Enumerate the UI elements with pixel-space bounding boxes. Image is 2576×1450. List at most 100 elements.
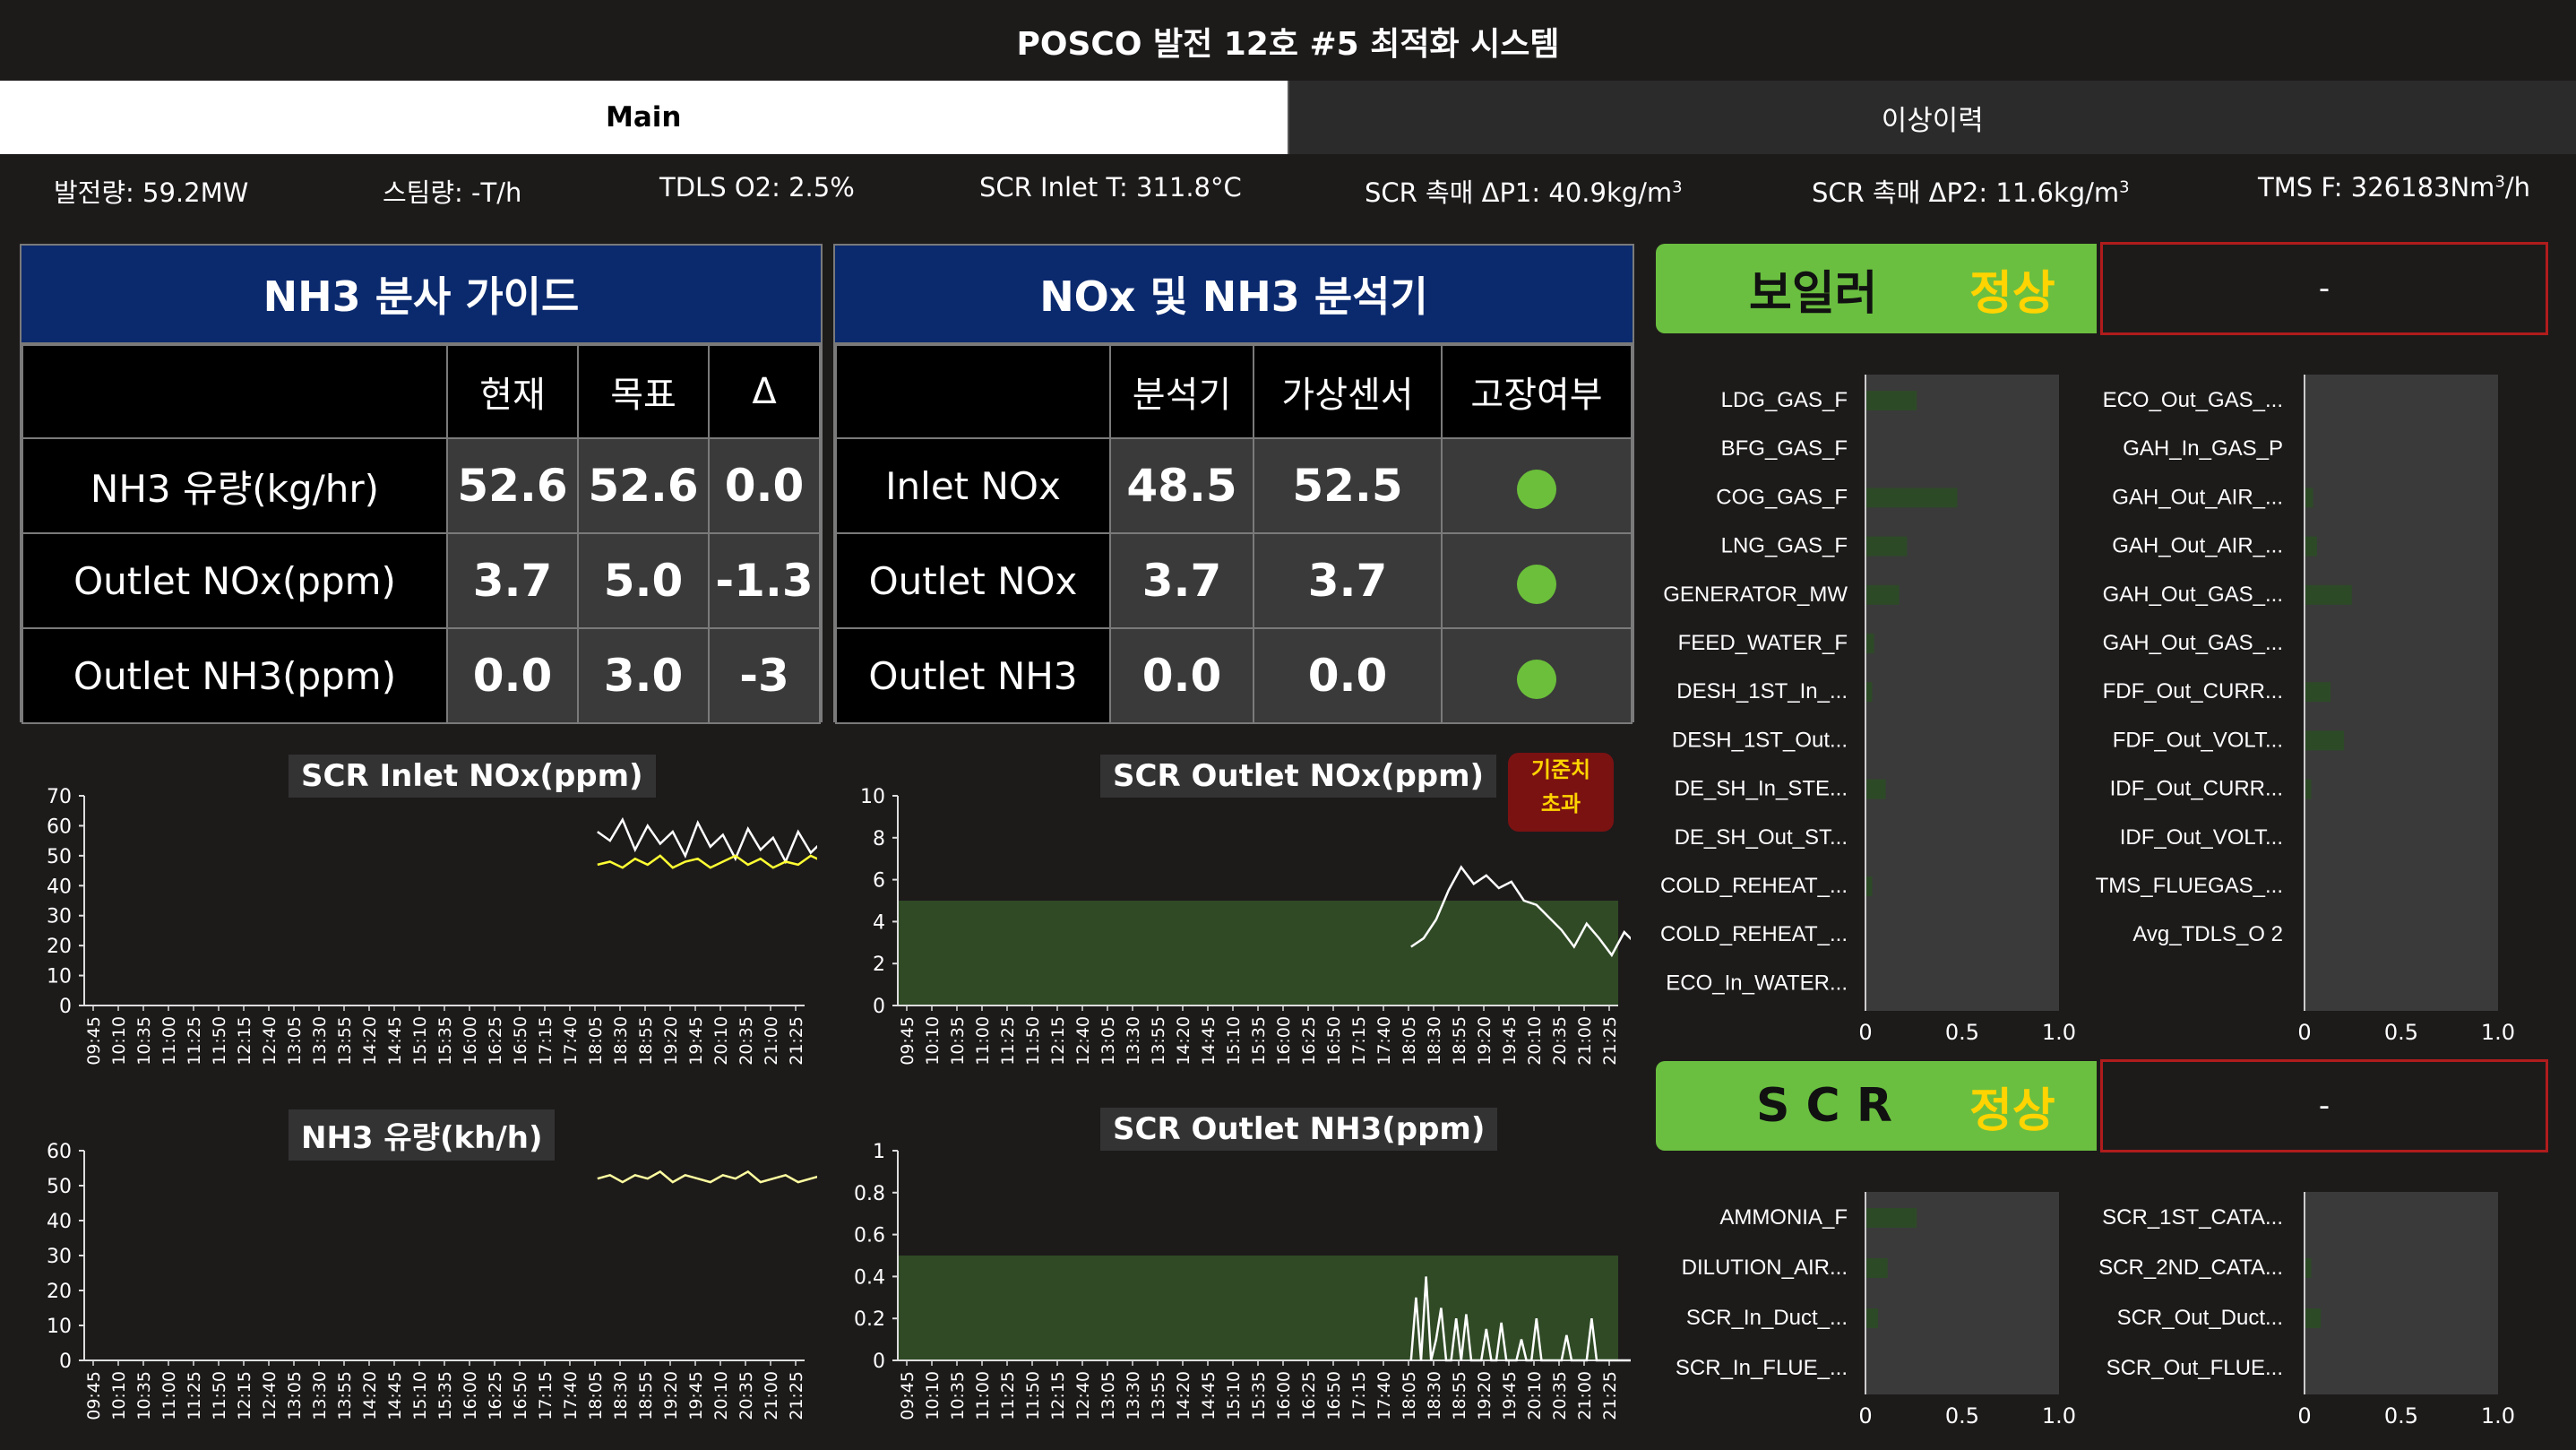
contribution-bar — [2305, 584, 2352, 605]
scr-dp2: SCR 촉매 ΔP2: 11.6kg/m3 — [1812, 172, 2130, 210]
x-tick-label: 09:45 — [898, 1016, 918, 1066]
boiler-status-message: - — [2100, 242, 2548, 335]
y-tick-label: 2 — [873, 954, 885, 976]
analyzer-table: 분석기 가상센서 고장여부 Inlet NOx 48.5 52.5 Outlet… — [835, 344, 1633, 724]
x-tick-label: 13:55 — [1149, 1016, 1168, 1066]
y-tick-label: 10 — [47, 1316, 72, 1338]
bar-panel-bg — [2305, 1192, 2498, 1394]
x-tick-label: 12:15 — [235, 1016, 254, 1066]
x-tick-label: 09:45 — [898, 1371, 918, 1420]
contribution-bar — [1866, 391, 1917, 410]
x-tick-label: 17:40 — [1374, 1371, 1394, 1420]
x-tick-label: 18:30 — [611, 1371, 631, 1420]
bar-label: DESH_1ST_In_... — [1676, 679, 1848, 703]
x-tick-label: 20:35 — [1550, 1371, 1570, 1420]
x-tick-label: 19:20 — [1475, 1016, 1495, 1066]
contribution-bar — [1866, 536, 1908, 557]
outlet-nh3-chart: 00.20.40.60.8109:45 10:10 10:35 11:00 11:25 1… — [854, 1141, 1631, 1420]
contribution-bar — [1866, 488, 1958, 508]
y-tick-label: 60 — [47, 1141, 72, 1163]
x-tick-label: 15:10 — [1224, 1371, 1244, 1420]
bar-label: BFG_GAS_F — [1721, 436, 1848, 461]
value-cell: 3.7 — [1109, 532, 1254, 629]
x-tick-label: 18:55 — [636, 1016, 656, 1066]
x-tick-label: 11:50 — [1023, 1371, 1043, 1420]
x-tick-label: 13:30 — [1124, 1371, 1143, 1420]
scr-status: 정상 — [1969, 1083, 2055, 1138]
scr-inlet-temp: SCR Inlet T: 311.8°C — [979, 172, 1242, 203]
empty-header — [835, 344, 1111, 439]
bar-label: IDF_Out_VOLT... — [2120, 825, 2283, 850]
row-label: Outlet NOx — [835, 532, 1111, 629]
x-tick-label: 14:45 — [1199, 1371, 1219, 1420]
contribution-bar — [1866, 876, 1873, 896]
x-tick-label: 17:15 — [536, 1371, 556, 1420]
x-tick-label: 21:25 — [1600, 1016, 1620, 1066]
x-tick-label: 13:55 — [1149, 1371, 1168, 1420]
scr-status-card: S C R 정상 — [1656, 1061, 2097, 1151]
x-tick-label: 12:40 — [260, 1371, 280, 1420]
y-tick-label: 50 — [47, 1176, 72, 1198]
threshold-band — [898, 901, 1618, 1006]
nh3-guide-title: NH3 분사 가이드 — [22, 246, 821, 344]
empty-header — [22, 344, 448, 439]
tab-alarm-history[interactable]: 이상이력 — [1287, 81, 2576, 154]
x-tick-label: 10:10 — [923, 1016, 943, 1066]
bar-x-tick-label: 0.5 — [1945, 1020, 1979, 1045]
value-cell: 48.5 — [1109, 437, 1254, 534]
nh3-guide-panel: NH3 분사 가이드 현재 목표 Δ NH3 유량(kg/hr) 52.6 52… — [20, 244, 823, 724]
tab-main[interactable]: Main — [0, 81, 1288, 154]
x-tick-label: 16:00 — [461, 1371, 480, 1420]
x-tick-label: 19:45 — [686, 1016, 706, 1066]
contribution-bar — [1866, 1308, 1878, 1328]
x-tick-label: 15:35 — [435, 1016, 455, 1066]
y-tick-label: 70 — [47, 786, 72, 808]
boiler-contribution-bars: LDG_GAS_F BFG_GAS_F COG_GAS_F LNG_GAS_F GENE… — [1660, 375, 2515, 1045]
x-tick-label: 18:05 — [1400, 1371, 1419, 1420]
scr-dp2-text: SCR 촉매 ΔP2: 11.6kg/m — [1812, 177, 2120, 208]
x-tick-label: 16:25 — [486, 1016, 505, 1066]
x-tick-label: 14:20 — [360, 1371, 380, 1420]
x-tick-label: 12:15 — [1048, 1016, 1068, 1066]
x-tick-label: 19:20 — [661, 1371, 681, 1420]
y-tick-label: 10 — [47, 966, 72, 988]
x-tick-label: 17:40 — [1374, 1016, 1394, 1066]
boiler-status-card: 보일러 정상 — [1656, 244, 2097, 333]
x-tick-label: 09:45 — [84, 1371, 104, 1420]
x-tick-label: 13:55 — [335, 1371, 355, 1420]
analyzer-title: NOx 및 NH3 분석기 — [835, 246, 1633, 344]
x-tick-label: 16:00 — [461, 1016, 480, 1066]
value-cell: 52.5 — [1253, 437, 1443, 534]
scr-status-message: - — [2100, 1059, 2548, 1152]
contribution-bar — [1866, 1258, 1888, 1278]
y-tick-label: 30 — [47, 1246, 72, 1268]
value-cell: 0.0 — [446, 627, 579, 724]
x-tick-label: 12:40 — [260, 1016, 280, 1066]
tab-bar: Main 이상이력 — [0, 81, 2576, 154]
bar-x-tick-label: 1.0 — [2481, 1020, 2515, 1045]
y-tick-label: 0 — [873, 1351, 885, 1373]
power-output: 발전량: 59.2MW — [54, 177, 249, 208]
x-tick-label: 12:15 — [235, 1371, 254, 1420]
contribution-bar — [1866, 1208, 1917, 1228]
col-delta: Δ — [708, 344, 821, 439]
x-tick-label: 14:20 — [1174, 1371, 1193, 1420]
x-tick-label: 11:25 — [998, 1016, 1018, 1066]
x-tick-label: 20:35 — [737, 1016, 756, 1066]
fault-cell — [1441, 627, 1633, 724]
x-tick-label: 10:35 — [134, 1016, 154, 1066]
x-tick-label: 13:30 — [1124, 1016, 1143, 1066]
row-label: Outlet NH3(ppm) — [22, 627, 448, 724]
bar-label: FDF_Out_CURR... — [2103, 679, 2283, 703]
x-tick-label: 16:25 — [1299, 1371, 1319, 1420]
scr-label: S C R — [1756, 1079, 1892, 1133]
bar-label: SCR_2ND_CATA... — [2098, 1256, 2283, 1280]
bar-label: COLD_REHEAT_... — [1660, 874, 1848, 898]
x-tick-label: 15:35 — [435, 1371, 455, 1420]
bar-label: DE_SH_Out_ST... — [1675, 825, 1848, 850]
x-tick-label: 13:55 — [335, 1016, 355, 1066]
value-cell: 3.7 — [446, 532, 579, 629]
y-tick-label: 0 — [59, 1351, 72, 1373]
tms-flow-exponent: 3 — [2494, 172, 2505, 192]
bar-x-tick-label: 0.5 — [2384, 1403, 2418, 1428]
